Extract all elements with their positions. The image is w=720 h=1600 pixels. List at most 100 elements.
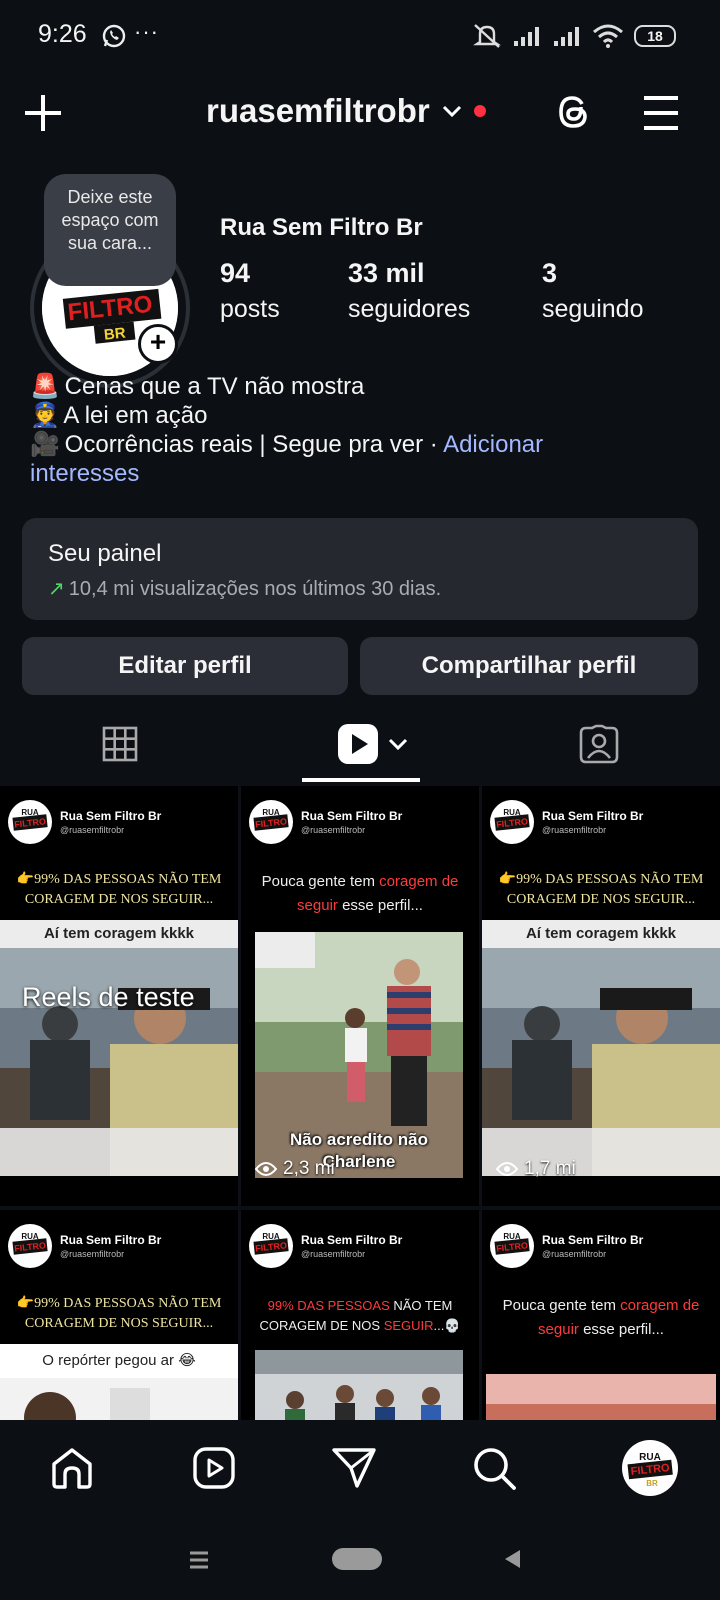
direct-messages-icon[interactable] <box>330 1444 378 1492</box>
tile-header: FILTRO RUA Rua Sem Filtro Br @ruasemfiltr… <box>249 1224 402 1268</box>
whatsapp-icon <box>102 24 126 48</box>
tile-video-thumbnail <box>0 1378 238 1426</box>
mute-icon <box>473 24 501 48</box>
tile-header: FILTRO RUA Rua Sem Filtro Br @ruasemfiltr… <box>249 800 402 844</box>
tile-account-name: Rua Sem Filtro Br <box>301 809 403 823</box>
home-pill-button[interactable] <box>332 1548 382 1570</box>
reel-tile[interactable]: FILTRO RUA Rua Sem Filtro Br @ruasemfiltr… <box>482 786 720 1206</box>
bio-line-1: 🚨 Cenas que a TV não mostra <box>30 372 710 401</box>
tile-strip: Aí tem coragem kkkk <box>0 920 238 948</box>
home-icon[interactable] <box>48 1444 96 1492</box>
profile-header: ruasemfiltrobr <box>0 80 720 150</box>
status-time: 9:26 <box>38 20 87 48</box>
stat-posts-value: 94 <box>220 258 251 288</box>
reel-tile[interactable]: FILTRO RUA Rua Sem Filtro Br @ruasemfiltr… <box>482 1210 720 1426</box>
tile-logo: FILTRO RUA <box>8 1224 52 1268</box>
tile-header: FILTRO RUA Rua Sem Filtro Br @ruasemfiltr… <box>490 800 643 844</box>
tile-caption: Pouca gente tem coragem de seguir esse p… <box>502 1297 700 1338</box>
bio-text-2: A lei em ação <box>63 402 208 429</box>
svg-text:RUA: RUA <box>21 808 39 817</box>
signal-icon <box>514 27 539 46</box>
share-profile-button[interactable]: Compartilhar perfil <box>360 637 698 695</box>
stat-followers-label: seguidores <box>348 295 471 323</box>
stat-following-value: 3 <box>542 258 558 288</box>
stat-following[interactable]: 3 seguindo <box>542 258 643 324</box>
video-subtitle-1: Não acredito não <box>290 1130 428 1149</box>
grid-icon[interactable] <box>102 724 138 764</box>
eye-icon <box>255 1162 277 1176</box>
account-switcher[interactable]: ruasemfiltrobr <box>206 92 486 130</box>
stat-posts-label: posts <box>220 295 280 323</box>
add-interests-link-2[interactable]: interesses <box>30 460 139 487</box>
reel-tile[interactable]: FILTRO RUA Rua Sem Filtro Br @ruasemfiltr… <box>241 1210 479 1426</box>
stat-followers[interactable]: 33 mil seguidores <box>348 258 470 324</box>
eye-icon <box>496 1162 518 1176</box>
reels-icon[interactable] <box>190 1444 238 1492</box>
tile-views: 1,7 mi <box>496 1158 576 1180</box>
tile-account-handle: @ruasemfiltrobr <box>60 825 125 835</box>
panel-subtitle: ↗ 10,4 mi visualizações nos últimos 30 di… <box>48 576 672 601</box>
reels-tab-icon[interactable] <box>336 720 416 768</box>
stat-posts[interactable]: 94 posts <box>220 258 280 324</box>
tile-logo: FILTRO RUA <box>249 1224 293 1268</box>
tile-views-count: 1,7 mi <box>524 1158 576 1179</box>
reels-grid: FILTRO RUA Rua Sem Filtro Br @ruasemfiltr… <box>0 786 720 1426</box>
edit-profile-button[interactable]: Editar perfil <box>22 637 348 695</box>
bio-line-4: interesses <box>30 459 710 488</box>
tile-caption: 👉99% DAS PESSOAS NÃO TEM CORAGEM DE NOS … <box>16 872 222 907</box>
threads-icon[interactable] <box>552 90 596 134</box>
tile-caption: 👉99% DAS PESSOAS NÃO TEM CORAGEM DE NOS … <box>498 872 704 907</box>
notification-dot <box>473 105 486 117</box>
stat-following-label: seguindo <box>542 295 644 323</box>
reels-test-label: Reels de teste <box>22 982 195 1012</box>
reel-tile[interactable]: FILTRO RUA Rua Sem Filtro Br @ruasemfiltr… <box>0 786 238 1206</box>
chevron-down-icon <box>442 105 461 118</box>
bio-text-1: Cenas que a TV não mostra <box>64 373 365 400</box>
wifi-icon <box>593 24 623 48</box>
svg-text:RUA: RUA <box>262 808 280 817</box>
panel-subtitle-text: 10,4 mi visualizações nos últimos 30 dia… <box>68 578 442 600</box>
profile-nav-avatar[interactable]: FILTRO RUA BR <box>622 1440 678 1496</box>
tile-video-thumbnail: Não acredito não Charlene <box>255 932 463 1178</box>
reel-tile[interactable]: FILTRO RUA Rua Sem Filtro Br @ruasemfiltr… <box>0 1210 238 1426</box>
svg-text:BR: BR <box>103 325 126 344</box>
profile-tabs <box>0 708 720 784</box>
bio-line-2: 👮 A lei em ação <box>30 401 710 430</box>
add-story-button[interactable]: + <box>138 324 178 364</box>
tile-account-name: Rua Sem Filtro Br <box>301 1233 403 1247</box>
tile-views-count: 2,3 mi <box>283 1158 335 1179</box>
add-interests-link[interactable]: Adicionar <box>443 431 543 458</box>
tile-account-handle: @ruasemfiltrobr <box>301 1249 366 1259</box>
svg-text:BR: BR <box>646 1479 658 1488</box>
panel-title: Seu painel <box>48 540 162 567</box>
professional-dashboard[interactable]: Seu painel ↗ 10,4 mi visualizações nos úl… <box>22 518 698 620</box>
tile-account-name: Rua Sem Filtro Br <box>542 809 644 823</box>
username: ruasemfiltrobr <box>206 92 430 129</box>
tile-header: FILTRO RUA Rua Sem Filtro Br @ruasemfiltr… <box>8 800 161 844</box>
reel-tile[interactable]: FILTRO RUA Rua Sem Filtro Br @ruasemfiltr… <box>241 786 479 1206</box>
recent-apps-icon[interactable] <box>188 1550 210 1570</box>
tile-account-handle: @ruasemfiltrobr <box>542 825 607 835</box>
tile-video-thumbnail <box>486 1374 716 1426</box>
tile-header: FILTRO RUA Rua Sem Filtro Br @ruasemfiltr… <box>490 1224 643 1268</box>
movie-camera-icon: 🎥 <box>30 431 60 458</box>
svg-text:RUA: RUA <box>503 808 521 817</box>
tile-account-name: Rua Sem Filtro Br <box>60 1233 162 1247</box>
back-icon[interactable] <box>502 1548 522 1570</box>
tile-caption: Pouca gente tem coragem de seguir esse p… <box>261 873 459 914</box>
police-officer-icon: 👮 <box>30 402 60 429</box>
profile-bio: 🚨 Cenas que a TV não mostra 👮 A lei em a… <box>30 372 710 488</box>
tile-video-thumbnail <box>482 948 720 1176</box>
note-bubble[interactable]: Deixe este espaço com sua cara... <box>44 174 176 286</box>
tile-caption: 👉99% DAS PESSOAS NÃO TEM CORAGEM DE NOS … <box>16 1296 222 1331</box>
tagged-icon[interactable] <box>578 724 620 766</box>
tile-account-name: Rua Sem Filtro Br <box>542 1233 644 1247</box>
create-plus-icon[interactable] <box>22 92 64 134</box>
svg-text:RUA: RUA <box>503 1232 521 1241</box>
siren-icon: 🚨 <box>30 373 60 400</box>
menu-hamburger-icon[interactable] <box>640 92 682 134</box>
trend-up-icon: ↗ <box>48 578 65 600</box>
search-icon[interactable] <box>470 1444 518 1492</box>
tile-logo: FILTRO RUA <box>8 800 52 844</box>
status-bar: 9:26 ··· 18 <box>0 0 720 72</box>
